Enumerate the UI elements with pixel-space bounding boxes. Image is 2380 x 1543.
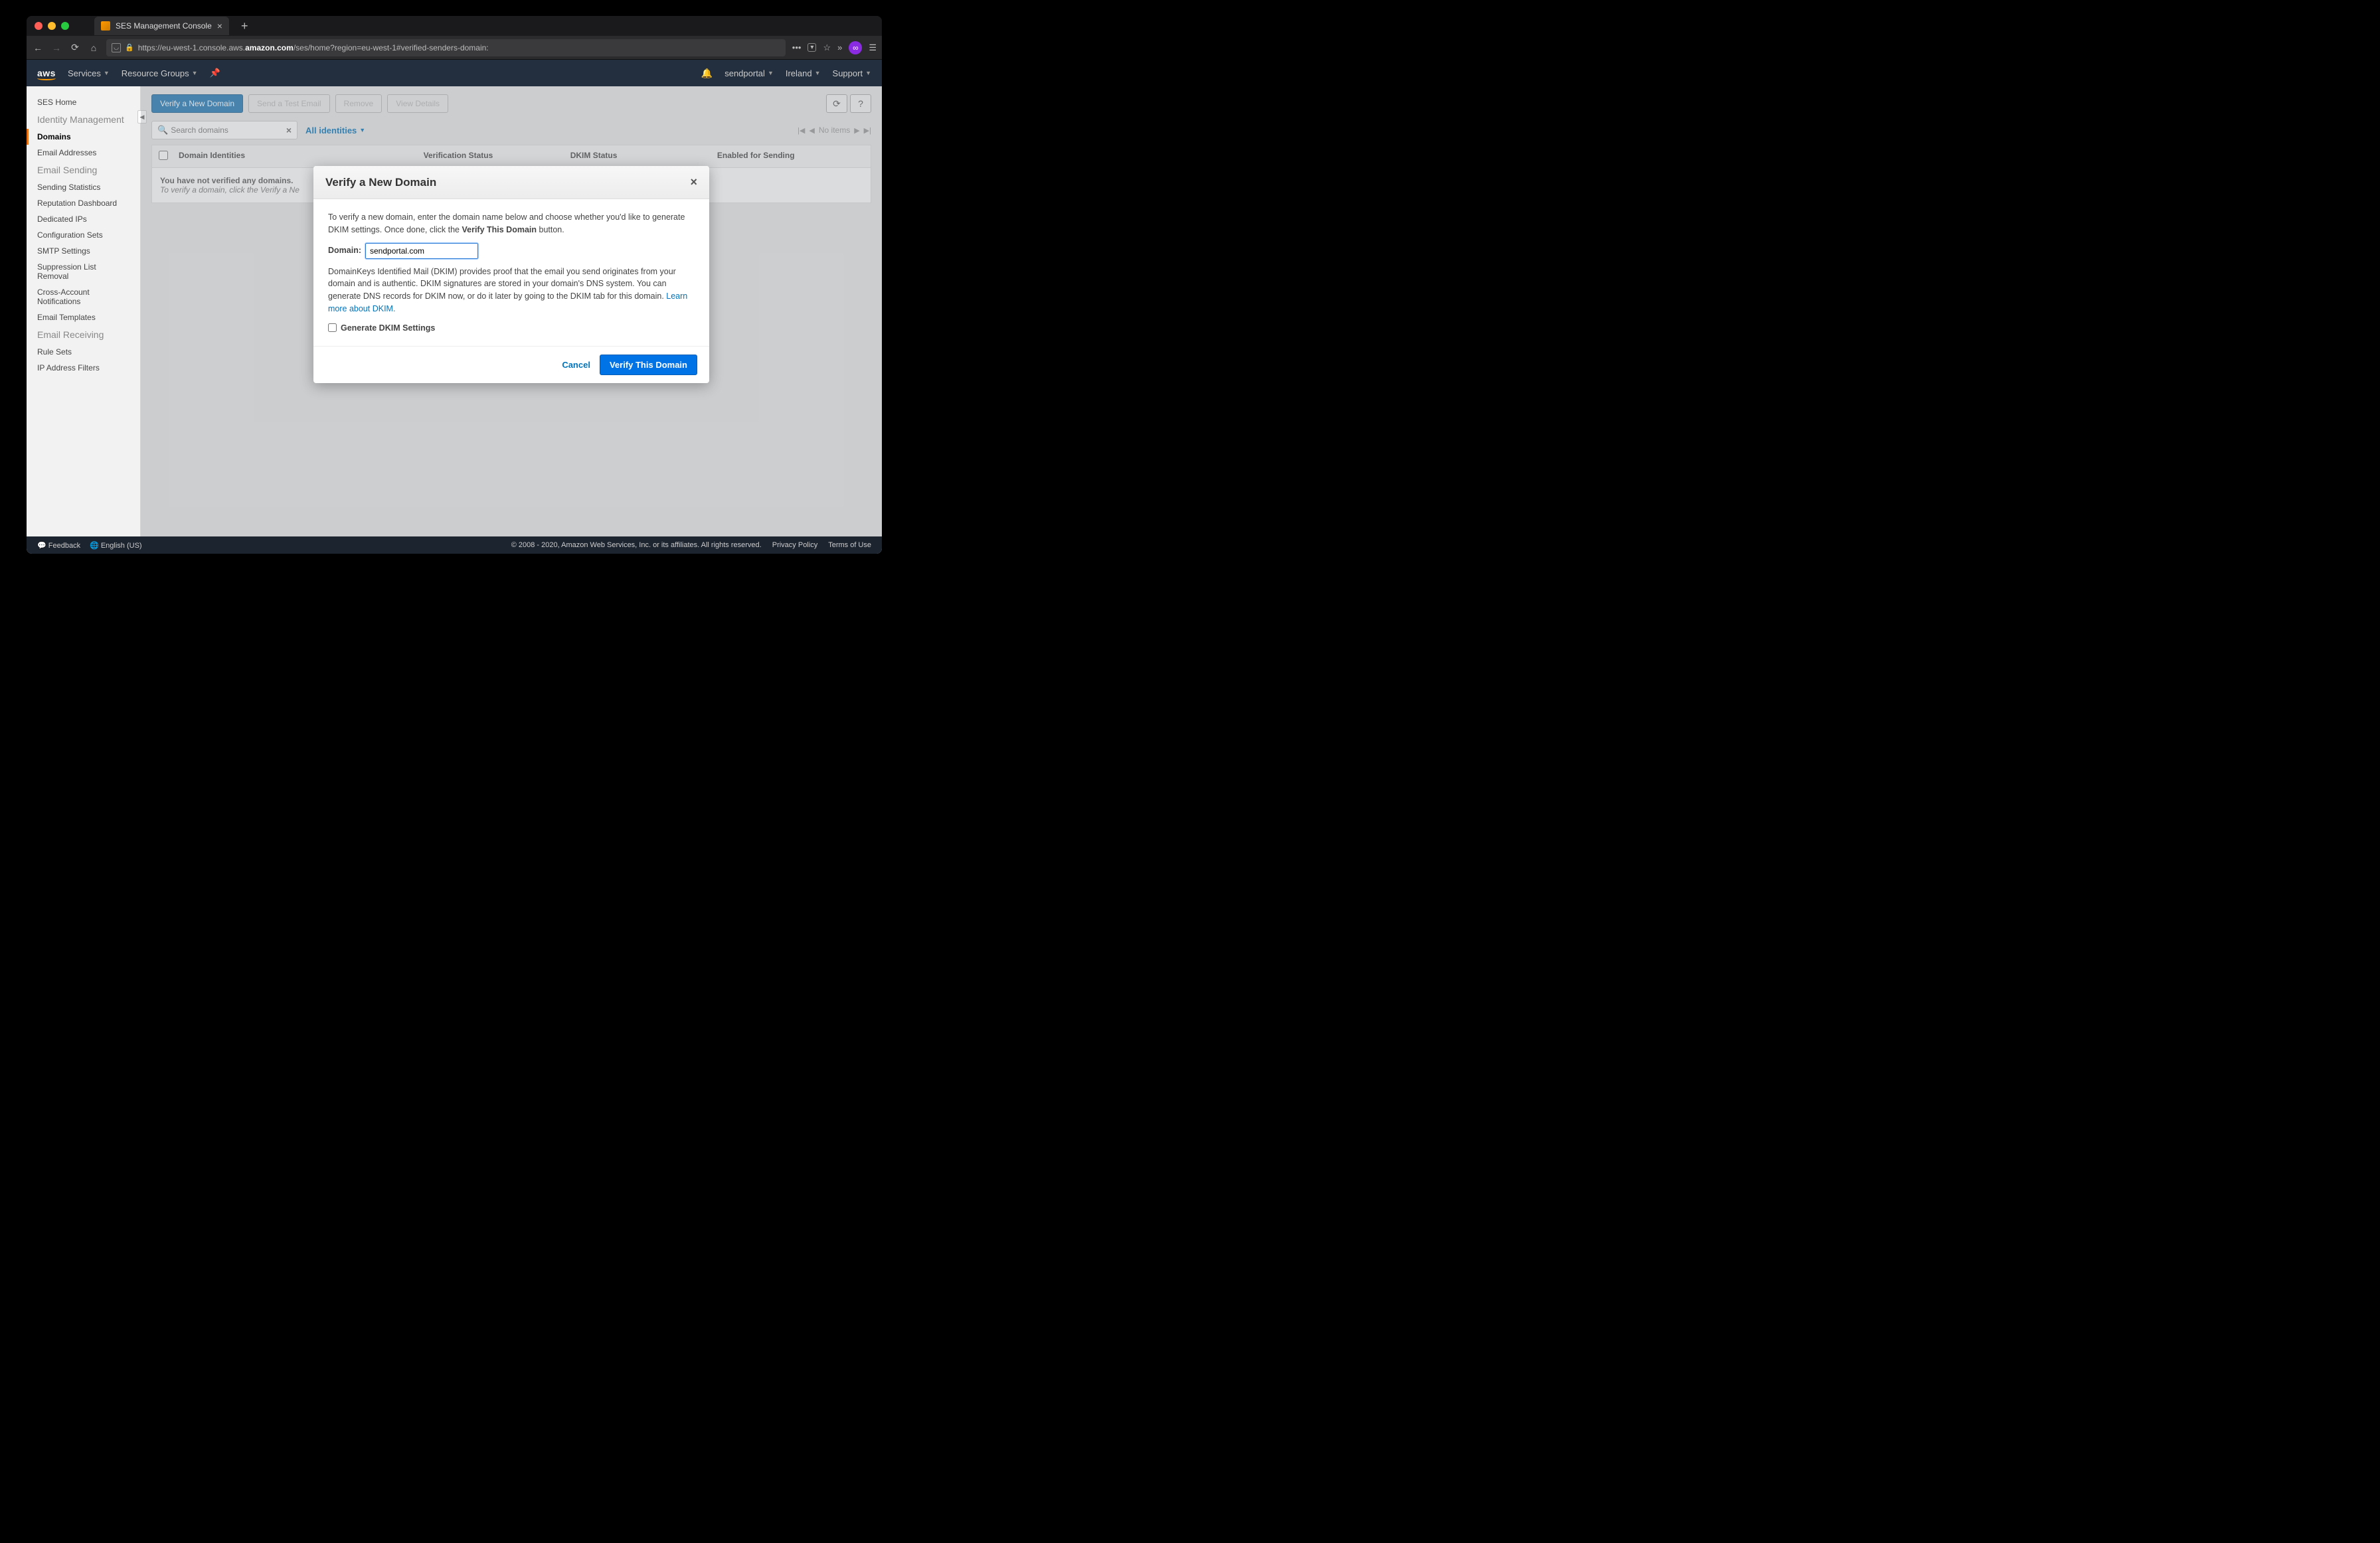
sidebar-item-config-sets[interactable]: Configuration Sets <box>27 227 140 243</box>
sidebar-item-sending-stats[interactable]: Sending Statistics <box>27 179 140 195</box>
page-viewport: aws Services▼ Resource Groups▼ 📌 🔔 sendp… <box>27 60 882 554</box>
nav-services[interactable]: Services▼ <box>68 68 110 78</box>
generate-dkim-checkbox[interactable] <box>328 323 337 332</box>
tab-favicon <box>101 21 110 31</box>
shield-icon[interactable]: ◡ <box>112 43 121 52</box>
privacy-link[interactable]: Privacy Policy <box>772 541 817 549</box>
sidebar-heading-identity: Identity Management <box>27 110 140 129</box>
browser-window: SES Management Console × + ← → ⟳ ⌂ ◡ 🔒 h… <box>27 16 882 554</box>
url-text: https://eu-west-1.console.aws.amazon.com… <box>138 43 489 52</box>
feedback-link[interactable]: 💬 Feedback <box>37 541 80 550</box>
maximize-window-button[interactable] <box>61 22 69 30</box>
modal-footer: Cancel Verify This Domain <box>313 346 709 383</box>
sidebar: ◀ SES Home Identity Management Domains E… <box>27 86 141 536</box>
url-bar[interactable]: ◡ 🔒 https://eu-west-1.console.aws.amazon… <box>106 39 786 56</box>
menu-icon[interactable]: ☰ <box>869 42 877 53</box>
domain-field: Domain: <box>328 243 695 259</box>
reload-icon[interactable]: ⟳ <box>69 42 81 54</box>
modal-paragraph-2: DomainKeys Identified Mail (DKIM) provid… <box>328 266 695 315</box>
terms-link[interactable]: Terms of Use <box>828 541 871 549</box>
modal-title: Verify a New Domain <box>325 176 436 189</box>
pin-icon[interactable]: 📌 <box>210 68 220 78</box>
language-selector[interactable]: 🌐 English (US) <box>90 541 142 550</box>
forward-icon[interactable]: → <box>50 42 62 54</box>
extension-icon[interactable]: ∞ <box>849 41 862 54</box>
titlebar: SES Management Console × + <box>27 16 882 36</box>
sidebar-item-dedicated-ips[interactable]: Dedicated IPs <box>27 211 140 227</box>
sidebar-heading-sending: Email Sending <box>27 161 140 179</box>
more-icon[interactable]: ••• <box>792 42 802 52</box>
minimize-window-button[interactable] <box>48 22 56 30</box>
aws-footer: 💬 Feedback 🌐 English (US) © 2008 - 2020,… <box>27 536 882 554</box>
sidebar-heading-receiving: Email Receiving <box>27 325 140 344</box>
verify-domain-modal: Verify a New Domain × To verify a new do… <box>313 166 709 383</box>
sidebar-item-domains[interactable]: Domains <box>27 129 140 145</box>
aws-nav: aws Services▼ Resource Groups▼ 📌 🔔 sendp… <box>27 60 882 86</box>
nav-account[interactable]: sendportal▼ <box>724 68 774 78</box>
tab-title: SES Management Console <box>116 21 212 31</box>
main-content: Verify a New Domain Send a Test Email Re… <box>141 86 882 536</box>
sidebar-item-reputation[interactable]: Reputation Dashboard <box>27 195 140 211</box>
generate-dkim-label: Generate DKIM Settings <box>341 322 435 335</box>
sidebar-item-templates[interactable]: Email Templates <box>27 309 140 325</box>
chevron-down-icon: ▼ <box>104 70 110 76</box>
sidebar-item-cross-account[interactable]: Cross-Account Notifications <box>27 284 140 309</box>
nav-support[interactable]: Support▼ <box>833 68 871 78</box>
sidebar-item-smtp[interactable]: SMTP Settings <box>27 243 140 259</box>
chevron-down-icon: ▼ <box>865 70 871 76</box>
chevron-down-icon: ▼ <box>768 70 774 76</box>
sidebar-item-rule-sets[interactable]: Rule Sets <box>27 344 140 360</box>
console-body: ◀ SES Home Identity Management Domains E… <box>27 86 882 536</box>
sidebar-item-suppression[interactable]: Suppression List Removal <box>27 259 140 284</box>
sidebar-item-email-addresses[interactable]: Email Addresses <box>27 145 140 161</box>
chevron-down-icon: ▼ <box>815 70 821 76</box>
home-icon[interactable]: ⌂ <box>88 42 100 54</box>
nav-region[interactable]: Ireland▼ <box>786 68 821 78</box>
browser-toolbar: ← → ⟳ ⌂ ◡ 🔒 https://eu-west-1.console.aw… <box>27 36 882 60</box>
aws-logo[interactable]: aws <box>37 68 56 78</box>
modal-body: To verify a new domain, enter the domain… <box>313 199 709 346</box>
browser-tab[interactable]: SES Management Console × <box>94 17 229 35</box>
nav-resource-groups[interactable]: Resource Groups▼ <box>122 68 198 78</box>
overflow-icon[interactable]: » <box>837 42 842 52</box>
modal-paragraph-1: To verify a new domain, enter the domain… <box>328 211 695 236</box>
bookmark-icon[interactable]: ☆ <box>823 42 831 53</box>
close-tab-icon[interactable]: × <box>217 21 222 31</box>
modal-header: Verify a New Domain × <box>313 166 709 199</box>
close-icon[interactable]: × <box>690 175 697 189</box>
lock-icon: 🔒 <box>125 43 134 52</box>
domain-label: Domain: <box>328 244 361 257</box>
bell-icon[interactable]: 🔔 <box>701 68 713 79</box>
reader-icon[interactable]: ▾ <box>808 43 816 52</box>
close-window-button[interactable] <box>35 22 42 30</box>
copyright-text: © 2008 - 2020, Amazon Web Services, Inc.… <box>511 541 762 549</box>
chevron-down-icon: ▼ <box>192 70 198 76</box>
domain-input[interactable] <box>365 243 478 259</box>
sidebar-item-ip-filters[interactable]: IP Address Filters <box>27 360 140 376</box>
cancel-button[interactable]: Cancel <box>562 360 590 370</box>
verify-this-domain-button[interactable]: Verify This Domain <box>600 355 697 375</box>
dkim-checkbox-row: Generate DKIM Settings <box>328 322 695 335</box>
sidebar-item-ses-home[interactable]: SES Home <box>27 94 140 110</box>
back-icon[interactable]: ← <box>32 42 44 54</box>
new-tab-button[interactable]: + <box>241 19 248 33</box>
